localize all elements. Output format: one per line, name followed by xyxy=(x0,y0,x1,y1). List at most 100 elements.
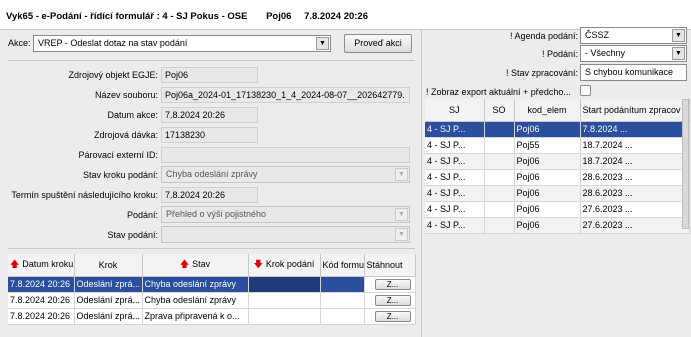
table-row[interactable]: 7.8.2024 20:26 Odeslání zprá... Chyba od… xyxy=(8,276,416,293)
field-label-zdrojova-davka: Zdrojová dávka: xyxy=(93,130,158,140)
cell-step: Odeslání zprá... xyxy=(74,292,143,309)
window-datetime: 7.8.2024 20:26 xyxy=(304,11,368,22)
table-row[interactable]: 4 - SJ P... Poj06 28.6.2023 ... xyxy=(425,185,690,202)
submissions-header: SJ SO kod_elem Start podánítum zpracov xyxy=(425,99,690,122)
cell-sj: 4 - SJ P... xyxy=(425,217,485,234)
cell-so xyxy=(484,169,515,186)
divider xyxy=(8,60,415,61)
field-podani: Přehled o výši pojistného ▼ xyxy=(161,206,410,223)
field-parovaci-id xyxy=(161,147,410,163)
col-krok-podani[interactable]: 🡇 Krok podání xyxy=(248,254,321,277)
stav-zpracovani-field[interactable]: S chybou komunikace xyxy=(580,64,687,81)
cell-sj: 4 - SJ P... xyxy=(425,169,485,186)
action-label: Akce: xyxy=(8,38,31,48)
cell-state: Zprava připravená k o... xyxy=(142,308,249,325)
col-kod-formulare[interactable]: Kód formulá xyxy=(320,254,365,277)
cell-download: Z... xyxy=(364,292,416,309)
cell-step: Odeslání zprá... xyxy=(74,308,143,325)
submissions-table: SJ SO kod_elem Start podánítum zpracov 4… xyxy=(425,99,690,234)
col-stav[interactable]: 🡅 Stav xyxy=(142,254,249,277)
col-krok[interactable]: Krok xyxy=(74,254,143,277)
cell-kod xyxy=(320,308,365,325)
window-title-bar: Vyk65 - e-Podání - řídící formulář : 4 -… xyxy=(0,0,691,30)
cell-sj: 4 - SJ P... xyxy=(425,153,485,170)
export-checkbox[interactable] xyxy=(580,85,591,96)
download-button[interactable]: Z... xyxy=(374,294,411,306)
cell-kod: Poj06 xyxy=(514,169,581,186)
podani-select[interactable]: - Všechny ▼ xyxy=(580,45,687,62)
cell-kod xyxy=(320,292,365,309)
cell-kod: Poj55 xyxy=(514,137,581,154)
chevron-down-icon[interactable]: ▼ xyxy=(316,37,329,50)
field-zdrojova-davka: 17138230 xyxy=(161,127,258,143)
divider xyxy=(8,248,415,249)
field-nazev-souboru: Poj06a_2024-01_17138230_1_4_2024-08-07__… xyxy=(161,87,410,103)
chevron-down-icon: ▼ xyxy=(395,228,408,241)
col-start[interactable]: Start podánítum zpracov xyxy=(580,99,690,122)
agenda-label: ! Agenda podání: xyxy=(509,31,578,41)
table-row[interactable]: 4 - SJ P... Poj55 18.7.2024 ... xyxy=(425,137,690,154)
cell-date: 7.8.2024 20:26 xyxy=(8,292,75,309)
cell-krok xyxy=(248,308,321,325)
cell-start: 28.6.2023 ... xyxy=(580,185,690,202)
field-label-podani: Podání: xyxy=(126,210,158,220)
podani-filter-label: ! Podání: xyxy=(541,49,578,59)
cell-kod: Poj06 xyxy=(514,121,581,138)
field-label-parovaci-id: Párovací externí ID: xyxy=(78,150,158,160)
window-user: Poj06 xyxy=(266,11,292,22)
table-row[interactable]: 4 - SJ P... Poj06 28.6.2023 ... xyxy=(425,169,690,186)
perform-action-button[interactable]: Proveď akci xyxy=(344,34,412,53)
cell-sj: 4 - SJ P... xyxy=(425,137,485,154)
cell-kod xyxy=(320,276,365,293)
export-checkbox-label: ! Zobraz export aktuální + předcho... xyxy=(426,87,571,97)
cell-kod: Poj06 xyxy=(514,201,581,218)
cell-so xyxy=(484,153,515,170)
list-scrollbar[interactable] xyxy=(682,99,689,229)
table-row[interactable]: 7.8.2024 20:26 Odeslání zprá... Zprava p… xyxy=(8,308,416,325)
field-termin-spusteni: 7.8.2024 20:26 xyxy=(161,187,258,203)
cell-so xyxy=(484,137,515,154)
cell-sj: 4 - SJ P... xyxy=(425,201,485,218)
cell-kod: Poj06 xyxy=(514,185,581,202)
cell-date: 7.8.2024 20:26 xyxy=(8,276,75,293)
col-stahnout[interactable]: Stáhnout xyxy=(364,254,416,277)
cell-state: Chyba odeslání zprávy xyxy=(142,292,249,309)
col-sj[interactable]: SJ xyxy=(425,99,485,122)
chevron-down-icon[interactable]: ▼ xyxy=(672,47,685,60)
cell-sj: 4 - SJ P... xyxy=(425,121,485,138)
cell-state: Chyba odeslání zprávy xyxy=(142,276,249,293)
cell-kod: Poj06 xyxy=(514,153,581,170)
download-button[interactable]: Z... xyxy=(374,310,411,322)
cell-so xyxy=(484,185,515,202)
table-row[interactable]: 4 - SJ P... Poj06 7.8.2024 ... xyxy=(425,121,690,138)
action-select[interactable]: VREP - Odeslat dotaz na stav podání ▼ xyxy=(33,35,331,52)
cell-step: Odeslání zprá... xyxy=(74,276,143,293)
cell-download: Z... xyxy=(364,308,416,325)
col-so[interactable]: SO xyxy=(484,99,515,122)
download-button[interactable]: Z... xyxy=(374,278,411,290)
history-table: 🡅 Datum kroku Krok 🡅 Stav 🡇 Krok podání Kód… xyxy=(8,254,416,325)
history-header: 🡅 Datum kroku Krok 🡅 Stav 🡇 Krok podání Kód… xyxy=(8,254,416,277)
field-stav-kroku: Chyba odeslání zprávy ▼ xyxy=(161,166,410,183)
cell-sj: 4 - SJ P... xyxy=(425,185,485,202)
cell-so xyxy=(484,121,515,138)
sort-arrow-up-icon: 🡅 xyxy=(179,258,190,269)
table-row[interactable]: 4 - SJ P... Poj06 18.7.2024 ... xyxy=(425,153,690,170)
field-label-datum-akce: Datum akce: xyxy=(107,110,158,120)
cell-kod: Poj06 xyxy=(514,217,581,234)
agenda-select[interactable]: ČSSZ ▼ xyxy=(580,27,687,44)
table-row[interactable]: 7.8.2024 20:26 Odeslání zprá... Chyba od… xyxy=(8,292,416,309)
sort-arrow-down-icon: 🡇 xyxy=(253,258,263,269)
col-datum-kroku[interactable]: 🡅 Datum kroku xyxy=(8,254,75,277)
table-row[interactable]: 4 - SJ P... Poj06 27.6.2023 ... xyxy=(425,201,690,218)
field-label-nazev-souboru: Název souboru: xyxy=(94,90,158,100)
window-title: Vyk65 - e-Podání - řídící formulář : 4 -… xyxy=(6,11,248,22)
cell-start: 18.7.2024 ... xyxy=(580,153,690,170)
field-zdrojovy-objekt: Poj06 xyxy=(161,67,258,83)
table-row[interactable]: 4 - SJ P... Poj06 27.6.2023 ... xyxy=(425,217,690,234)
cell-start: 27.6.2023 ... xyxy=(580,217,690,234)
chevron-down-icon[interactable]: ▼ xyxy=(672,29,685,42)
cell-start: 7.8.2024 ... xyxy=(580,121,690,138)
field-stav-podani: ▼ xyxy=(161,226,410,243)
col-kod-elem[interactable]: kod_elem xyxy=(514,99,581,122)
